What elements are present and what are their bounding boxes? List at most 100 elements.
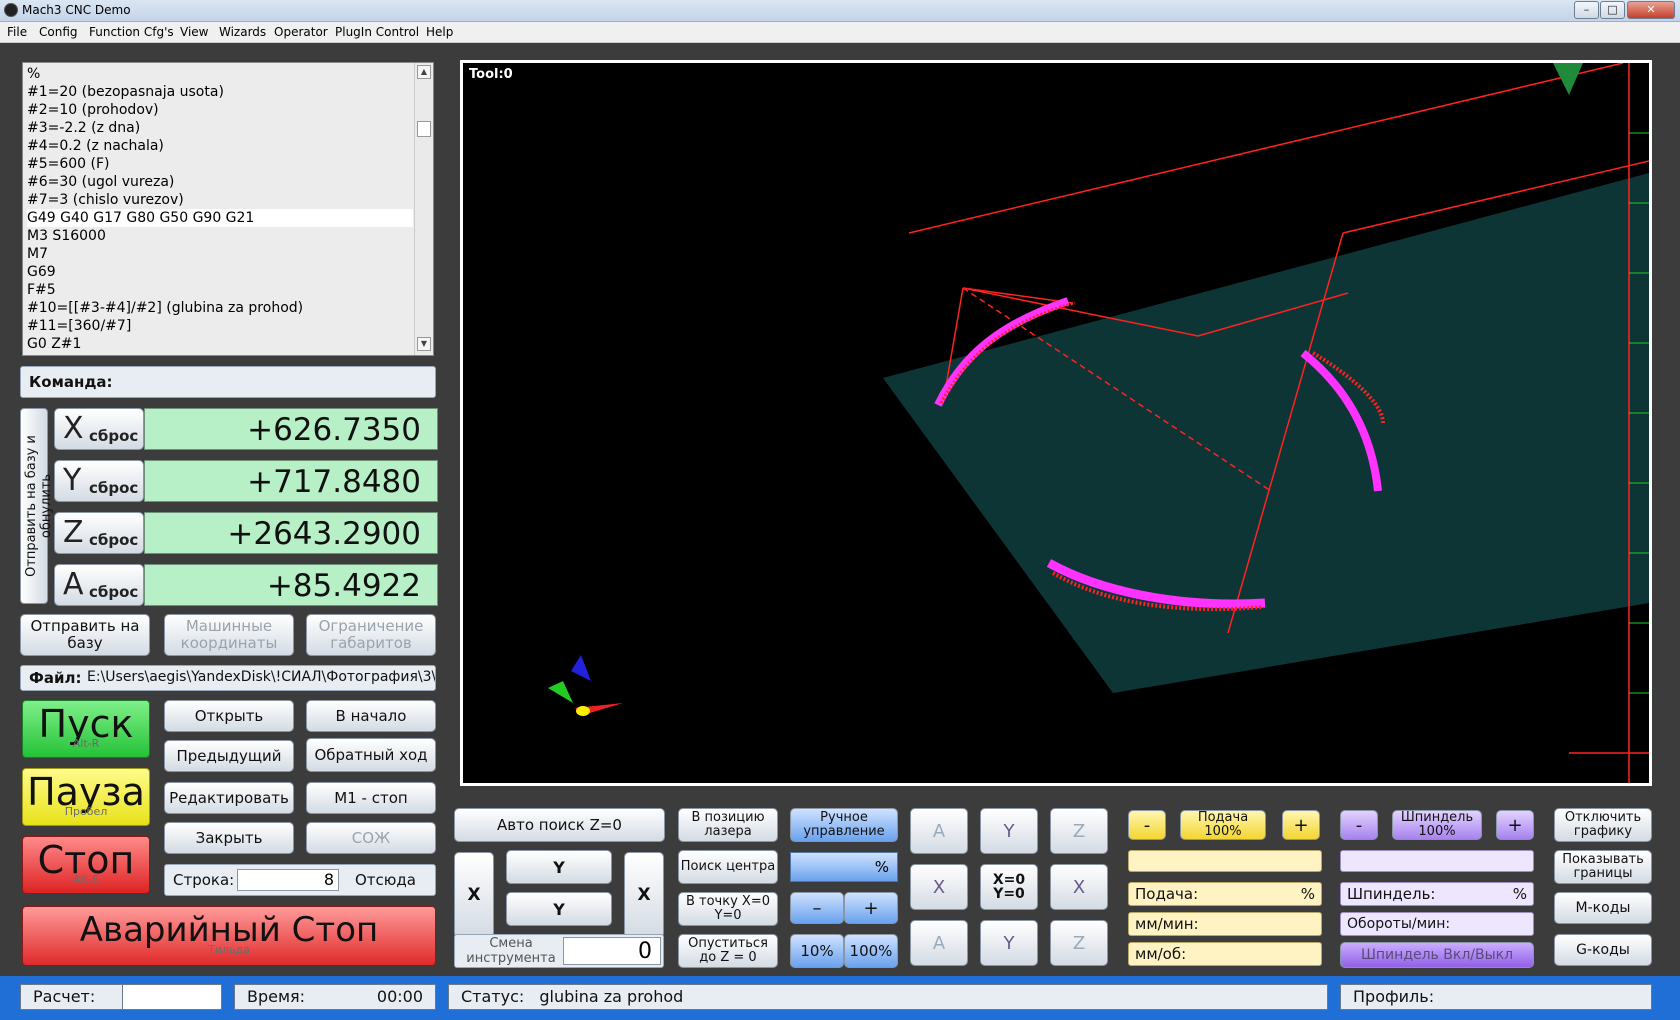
gcode-line[interactable]: F#5 — [27, 281, 413, 299]
menu-view[interactable]: View — [180, 25, 208, 39]
gcode-line[interactable]: #11=[360/#7] — [27, 317, 413, 335]
goto-laser-button[interactable]: В позицию лазера — [678, 808, 778, 842]
gcode-line[interactable]: #5=600 (F) — [27, 155, 413, 173]
spindle-override-bar[interactable] — [1340, 850, 1534, 872]
feed-override-bar[interactable] — [1128, 850, 1322, 872]
spindle-reset-button[interactable]: Шпиндель 100% — [1392, 810, 1482, 840]
gcode-line[interactable]: #3=-2.2 (z dna) — [27, 119, 413, 137]
jog-a-plus-button[interactable]: A — [910, 808, 968, 854]
scroll-up-icon[interactable]: ▲ — [417, 65, 431, 79]
single-block-button[interactable]: Предыдущий — [164, 740, 294, 772]
mcodes-button[interactable]: М-коды — [1554, 892, 1652, 924]
jog-y-plus-button[interactable]: Y — [506, 892, 612, 926]
close-file-button[interactable]: Закрыть — [164, 822, 294, 854]
spindle-minus-button[interactable]: - — [1340, 810, 1378, 840]
auto-z-zero-button[interactable]: Авто поиск Z=0 — [454, 808, 665, 842]
jog-x-plus-button[interactable]: X — [624, 852, 664, 938]
gcode-line[interactable]: % — [27, 65, 413, 83]
jog-a-minus-button[interactable]: A — [910, 920, 968, 966]
tool-number[interactable]: 0 — [563, 937, 661, 965]
menu-help[interactable]: Help — [426, 25, 453, 39]
jog-rate-minus-button[interactable]: – — [790, 892, 844, 924]
gcode-line[interactable]: #1=20 (bezopasnaja usota) — [27, 83, 413, 101]
gcode-line[interactable]: #4=0.2 (z nachala) — [27, 137, 413, 155]
a-zero-button[interactable]: Aсброс — [54, 564, 144, 606]
spindle-toggle-button[interactable]: Шпиндель Вкл/Выкл — [1340, 942, 1534, 968]
coolant-button[interactable]: СОЖ — [306, 822, 436, 854]
y-zero-button[interactable]: Yсброс — [54, 460, 144, 502]
jog-z-down-button[interactable]: Z — [1050, 920, 1108, 966]
gcode-line[interactable]: M3 S16000 — [27, 227, 413, 245]
feed-hold-button[interactable]: Пауза Пробел — [22, 768, 150, 826]
menu-file[interactable]: File — [7, 25, 27, 39]
gcode-line[interactable]: M7 — [27, 245, 413, 263]
gcodes-button[interactable]: G-коды — [1554, 934, 1652, 966]
manual-control-button[interactable]: Ручное управление — [790, 808, 898, 842]
menu-wizards[interactable]: Wizards — [219, 25, 266, 39]
gcode-line-current[interactable]: G49 G40 G17 G80 G50 G90 G21 — [27, 209, 413, 227]
gcode-line[interactable]: G69 — [27, 263, 413, 281]
emergency-stop-button[interactable]: Аварийный Стоп Тильда — [22, 906, 436, 966]
feed-plus-button[interactable]: + — [1282, 810, 1320, 840]
ref-home-button[interactable]: Отправить на базу — [20, 614, 150, 656]
scroll-down-icon[interactable]: ▼ — [417, 337, 431, 351]
z-zero-button[interactable]: Zсброс — [54, 512, 144, 554]
x-zero-button[interactable]: Xсброс — [54, 408, 144, 450]
a-dro[interactable]: +85.4922 — [144, 564, 438, 606]
edit-gcode-button[interactable]: Редактировать — [164, 782, 294, 814]
lower-to-z-zero-button[interactable]: Опуститься до Z = 0 — [678, 934, 778, 968]
feed-reset-button[interactable]: Подача 100% — [1180, 810, 1266, 840]
command-input[interactable]: Команда: — [20, 366, 436, 398]
jog-rate-plus-button[interactable]: + — [844, 892, 898, 924]
spindle-rpm-field: Обороты/мин: — [1340, 912, 1534, 936]
feed-minus-button[interactable]: - — [1128, 810, 1166, 840]
find-center-button[interactable]: Поиск центра — [678, 850, 778, 884]
m1-stop-button[interactable]: M1 - стоп — [306, 782, 436, 814]
reverse-run-button[interactable]: Обратный ход — [306, 738, 436, 772]
disable-graphics-button[interactable]: Отключить графику — [1554, 808, 1652, 842]
gcode-line[interactable]: #10=[[#3-#4]/#2] (glubina za prohod) — [27, 299, 413, 317]
jog-10-percent-button[interactable]: 10% — [790, 934, 844, 968]
machine-coords-button[interactable]: Машинные координаты — [164, 614, 294, 656]
close-button[interactable]: ✕ — [1627, 1, 1675, 19]
gcode-line[interactable]: G0 Z#1 — [27, 335, 413, 353]
zero-xy-button[interactable]: X=0 Y=0 — [980, 864, 1038, 910]
open-file-button[interactable]: Открыть — [164, 700, 294, 732]
gcode-list[interactable]: % #1=20 (bezopasnaja usota) #2=10 (proho… — [22, 62, 434, 356]
jog-x-left-button[interactable]: X — [910, 864, 968, 910]
goto-xy-zero-button[interactable]: В точку X=0 Y=0 — [678, 892, 778, 926]
menu-operator[interactable]: Operator — [274, 25, 328, 39]
gcode-line[interactable]: #7=3 (chislo vurezov) — [27, 191, 413, 209]
jog-x-button[interactable]: X — [454, 852, 494, 938]
jog-rate-field[interactable]: % — [790, 852, 898, 882]
jog-y-minus-button[interactable]: Y — [506, 850, 612, 884]
x-dro[interactable]: +626.7350 — [144, 408, 438, 450]
jog-z-up-button[interactable]: Z — [1050, 808, 1108, 854]
menu-function-cfgs[interactable]: Function Cfg's — [89, 25, 174, 39]
maximize-button[interactable]: □ — [1600, 1, 1625, 19]
cycle-start-button[interactable]: Пуск Alt-R — [22, 700, 150, 758]
jog-100-percent-button[interactable]: 100% — [844, 934, 898, 968]
line-number-input[interactable]: 8 — [237, 869, 339, 891]
rewind-button[interactable]: В начало — [306, 700, 436, 732]
menu-plugin-control[interactable]: PlugIn Control — [335, 25, 419, 39]
gcode-line[interactable]: #2=10 (prohodov) — [27, 101, 413, 119]
menu-config[interactable]: Config — [39, 25, 78, 39]
toolpath-viewport[interactable]: Tool:0 — [460, 60, 1652, 786]
soft-limits-button[interactable]: Ограничение габаритов — [306, 614, 436, 656]
feed-override-field[interactable]: Подача: % — [1128, 882, 1322, 906]
gcode-scrollbar[interactable]: ▲ ▼ — [414, 63, 433, 355]
jog-x-right-button[interactable]: X — [1050, 864, 1108, 910]
scroll-thumb[interactable] — [417, 121, 431, 137]
jog-y-down-button[interactable]: Y — [980, 920, 1038, 966]
run-from-here-button[interactable]: Отсюда — [355, 871, 416, 889]
show-bounds-button[interactable]: Показывать границы — [1554, 850, 1652, 884]
spindle-plus-button[interactable]: + — [1496, 810, 1534, 840]
y-dro[interactable]: +717.8480 — [144, 460, 438, 502]
spindle-override-field[interactable]: Шпиндель: % — [1340, 882, 1534, 906]
z-dro[interactable]: +2643.2900 — [144, 512, 438, 554]
jog-y-up-button[interactable]: Y — [980, 808, 1038, 854]
gcode-line[interactable]: #6=30 (ugol vureza) — [27, 173, 413, 191]
stop-button[interactable]: Стоп Alt-S — [22, 836, 150, 894]
minimize-button[interactable]: – — [1574, 1, 1599, 19]
